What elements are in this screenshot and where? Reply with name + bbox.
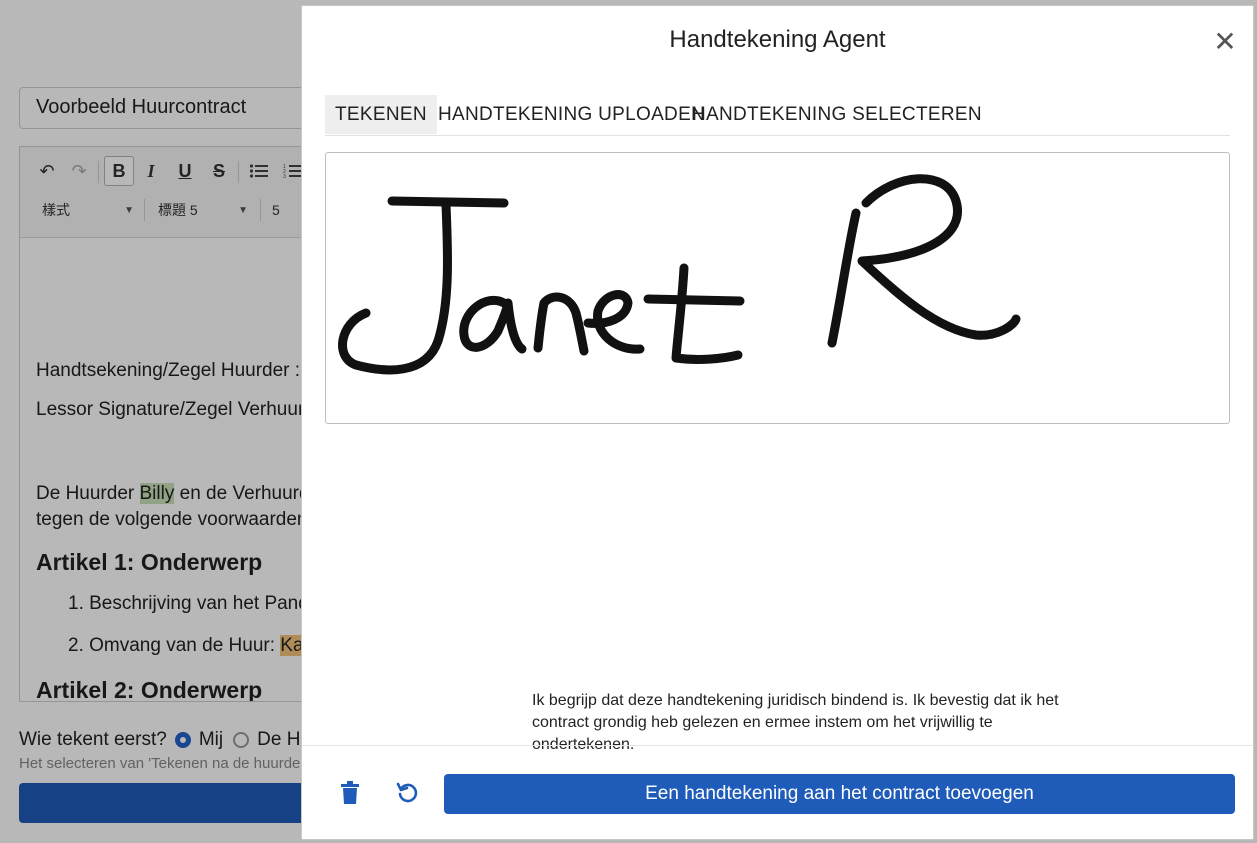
reset-icon[interactable] [391,776,425,810]
close-icon[interactable]: ✕ [1211,28,1239,56]
signature-modal: Handtekening Agent ✕ TEKENEN HANDTEKENIN… [301,5,1254,840]
signature-tabs: TEKENEN HANDTEKENING UPLOADEN HANDTEKENI… [325,95,1230,136]
drawn-signature [338,174,1021,375]
tab-draw[interactable]: TEKENEN [325,95,437,134]
tab-upload-signature[interactable]: HANDTEKENING UPLOADEN [428,95,715,134]
signature-canvas[interactable] [325,152,1230,424]
tab-select-signature[interactable]: HANDTEKENING SELECTEREN [682,95,992,134]
add-signature-button[interactable]: Een handtekening aan het contract toevoe… [444,774,1235,814]
trash-icon[interactable] [333,776,367,810]
legal-disclaimer: Ik begrijp dat deze handtekening juridis… [532,692,1059,753]
footer-divider [302,745,1253,746]
modal-title: Handtekening Agent [669,26,886,53]
